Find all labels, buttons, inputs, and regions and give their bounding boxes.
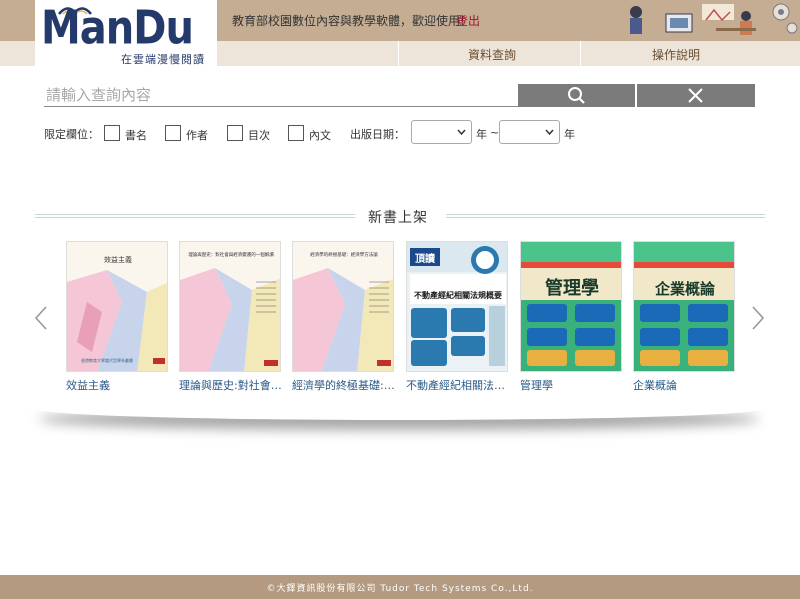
book-cover[interactable]: 效益主義 香港教育大學當代哲學系叢書: [66, 241, 168, 372]
chevron-down-icon: [545, 129, 554, 136]
logo[interactable]: ManDu 在雲端漫慢閱讀: [35, 0, 217, 66]
welcome-message: 教育部校園數位內容與教學軟體，歡迎使用!: [232, 14, 465, 28]
book-cover-title: 效益主義: [104, 255, 132, 264]
field-filter-label: 限定欄位：: [44, 128, 99, 141]
checkbox-fulltext-label: 內文: [309, 129, 331, 142]
book-cover-art: 企業概論: [634, 242, 734, 371]
book-cover-title: 經濟學的終極基礎：經濟學方法論: [310, 251, 378, 258]
copyright-text: ©大鐸資訊股份有限公司 Tudor Tech Systems Co.,Ltd.: [266, 584, 534, 594]
search-input[interactable]: [44, 84, 518, 106]
book-cover[interactable]: 頂讀 不動產經紀相關法規概要: [406, 241, 508, 372]
checkbox-title-label: 書名: [125, 129, 147, 142]
checkbox-title[interactable]: [104, 125, 120, 141]
logo-text: ManDu: [41, 2, 194, 55]
end-year-select[interactable]: [499, 120, 560, 144]
book-title-link[interactable]: 不動產經紀相關法規概要: [406, 377, 510, 393]
checkbox-contents-label: 目次: [248, 129, 270, 142]
book-cover[interactable]: 企業概論: [633, 241, 735, 372]
book-cover-title: 不動產經紀相關法規概要: [414, 290, 502, 300]
nav-item-instructions[interactable]: 操作說明: [652, 46, 700, 63]
book-cover-title: 管理學: [545, 277, 599, 299]
nav-item-data-query[interactable]: 資料查詢: [468, 46, 516, 63]
start-year-unit: 年: [476, 128, 487, 141]
book-cover-art: 理論與歷史：對社會與經濟變遷的一個解讀: [180, 242, 280, 371]
checkbox-fulltext[interactable]: [288, 125, 304, 141]
date-range-separator: ~: [490, 126, 500, 139]
start-year-select[interactable]: [411, 120, 472, 144]
book-title-link[interactable]: 企業概論: [633, 377, 737, 393]
chevron-down-icon: [457, 129, 466, 136]
section-title-new-books: 新書上架: [368, 210, 428, 226]
book-cover-art: 頂讀 不動產經紀相關法規概要: [407, 242, 507, 371]
footer: ©大鐸資訊股份有限公司 Tudor Tech Systems Co.,Ltd.: [0, 575, 800, 599]
book-title-link[interactable]: 經濟學的終極基礎:經濟學方法論: [292, 377, 396, 393]
section-divider: [35, 214, 355, 218]
book-cover[interactable]: 經濟學的終極基礎：經濟學方法論: [292, 241, 394, 372]
book-cover-art: 管理學: [521, 242, 621, 371]
book-cover-title: 理論與歷史：對社會與經濟變遷的一個解讀: [188, 251, 274, 258]
publish-date-label: 出版日期：: [350, 128, 405, 141]
book-cover-text: 香港教育大學當代哲學系叢書: [81, 357, 133, 363]
book-cover[interactable]: 理論與歷史：對社會與經濟變遷的一個解讀: [179, 241, 281, 372]
search-field: [44, 84, 518, 107]
header: ManDu 在雲端漫慢閱讀 教育部校園數位內容與教學軟體，歡迎使用! 登出 資料…: [0, 0, 800, 66]
checkbox-author[interactable]: [165, 125, 181, 141]
search-button[interactable]: [518, 84, 636, 107]
book-cover-art: 效益主義 香港教育大學當代哲學系叢書: [67, 242, 167, 371]
section-divider: [446, 214, 765, 218]
clear-button[interactable]: [637, 84, 755, 107]
book-title-link[interactable]: 理論與歷史:對社會與經濟變遷的詮釋: [179, 377, 283, 393]
book-cover-art: 經濟學的終極基礎：經濟學方法論: [293, 242, 393, 371]
book-title-link[interactable]: 管理學: [520, 377, 624, 393]
close-icon: [688, 88, 703, 103]
checkbox-contents[interactable]: [227, 125, 243, 141]
book-cover-text: 頂讀: [415, 252, 435, 265]
logout-link[interactable]: 登出: [456, 12, 480, 29]
book-title-link[interactable]: 效益主義: [66, 377, 170, 393]
search-icon: [568, 87, 585, 104]
logo-subtitle: 在雲端漫慢閱讀: [121, 53, 205, 66]
end-year-unit: 年: [564, 128, 575, 141]
chevron-right-icon[interactable]: [751, 305, 765, 331]
checkbox-author-label: 作者: [186, 129, 208, 142]
book-cover-title: 企業概論: [654, 280, 716, 298]
book-cover[interactable]: 管理學: [520, 241, 622, 372]
chevron-left-icon[interactable]: [34, 305, 48, 331]
header-illustration: [606, 0, 800, 41]
